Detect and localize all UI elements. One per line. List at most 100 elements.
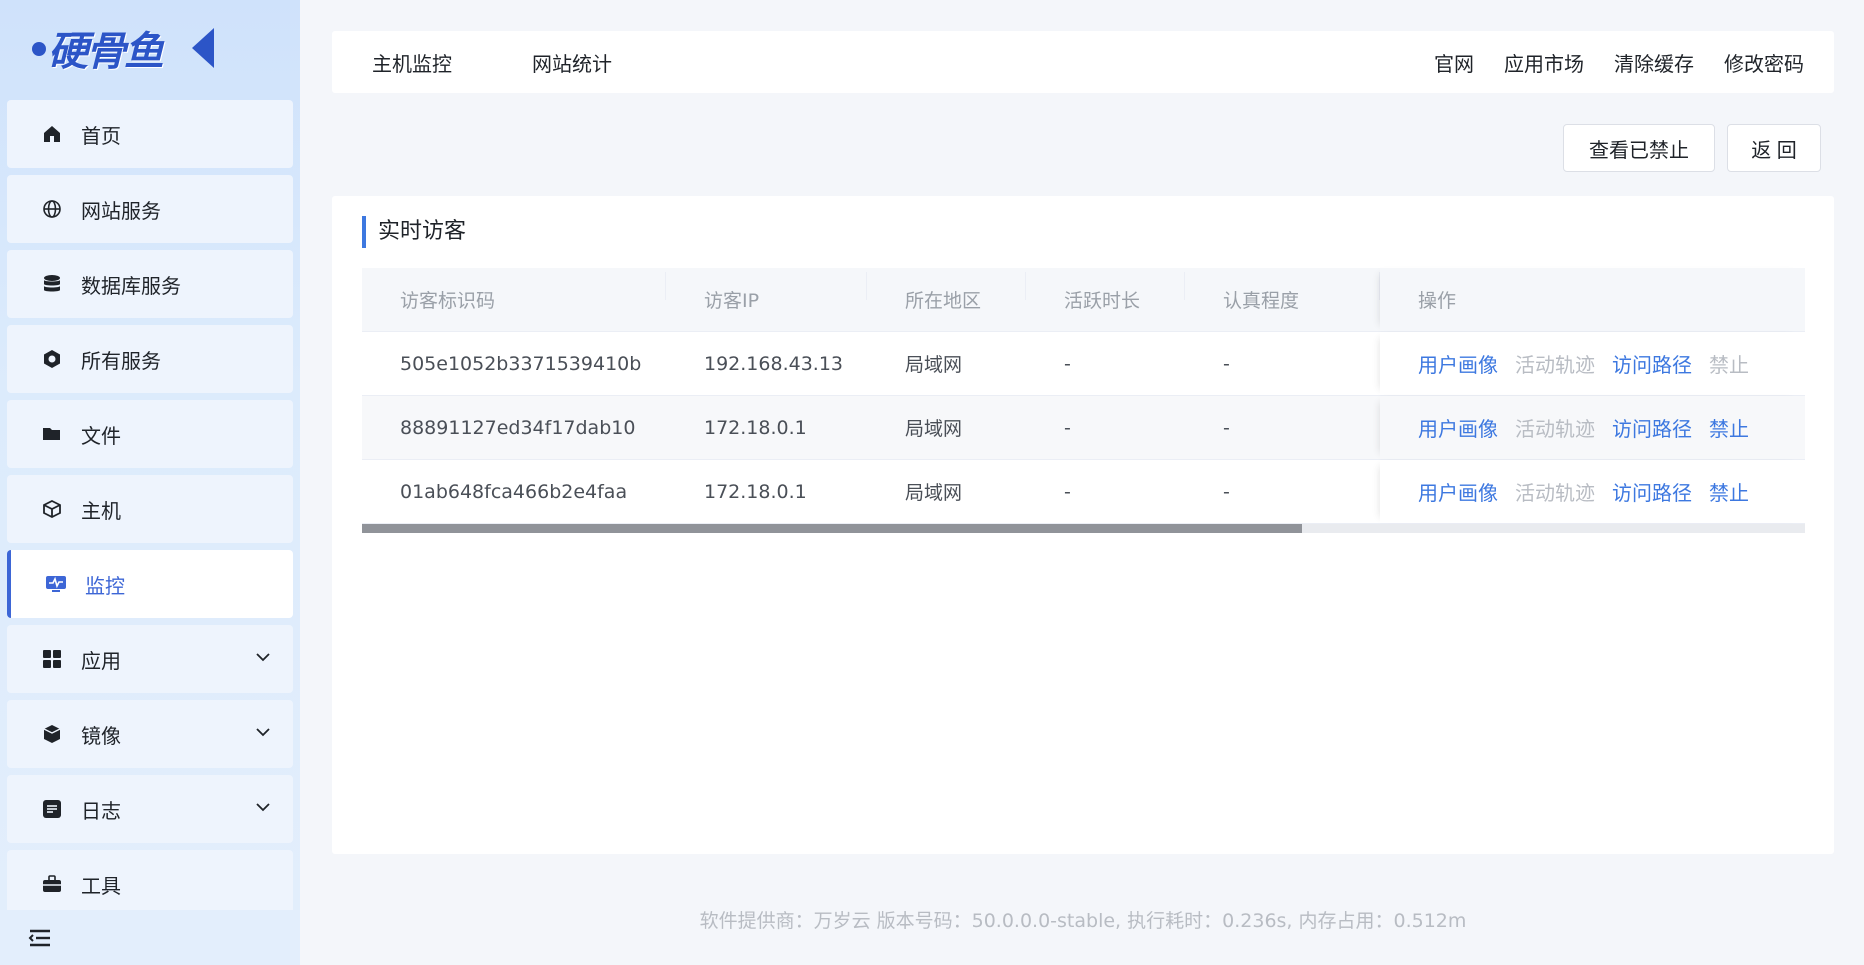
tab-host-monitor[interactable]: 主机监控 <box>372 48 452 77</box>
activity-track-link: 活动轨迹 <box>1515 481 1595 505</box>
user-profile-link[interactable]: 用户画像 <box>1418 349 1498 378</box>
sidebar-item-label: 工具 <box>81 873 121 898</box>
sidebar: 硬骨鱼 首页 网站服务 数据库服务 所有服务 文件 主机 监控 应用 镜像 日志… <box>0 0 300 965</box>
sidebar-item-logs[interactable]: 日志 <box>7 775 293 843</box>
ban-link[interactable]: 禁止 <box>1709 413 1749 442</box>
link-official-site[interactable]: 官网 <box>1434 48 1474 77</box>
sidebar-item-database-services[interactable]: 数据库服务 <box>7 250 293 318</box>
sidebar-item-label: 监控 <box>85 573 125 598</box>
chevron-down-icon <box>256 728 270 737</box>
top-nav-left: 主机监控 网站统计 <box>372 48 692 77</box>
home-icon <box>41 123 63 145</box>
sidebar-item-home[interactable]: 首页 <box>7 100 293 168</box>
ban-link[interactable]: 禁止 <box>1709 477 1749 506</box>
sidebar-item-label: 镜像 <box>81 723 121 748</box>
sidebar-item-images[interactable]: 镜像 <box>7 700 293 768</box>
activity-track-link: 活动轨迹 <box>1515 417 1595 441</box>
back-button[interactable]: 返 回 <box>1727 124 1821 172</box>
sidebar-item-label: 主机 <box>81 498 121 523</box>
column-header-visitor-id: 访客标识码 <box>362 272 666 313</box>
row-actions: 用户画像 活动轨迹 访问路径 禁止 <box>1380 332 1805 395</box>
sidebar-footer <box>0 910 300 965</box>
top-navbar: 主机监控 网站统计 官网 应用市场 清除缓存 修改密码 <box>332 31 1834 93</box>
logo-text: 硬骨鱼 <box>48 29 164 75</box>
visitor-id: 01ab648fca466b2e4faa <box>400 480 628 503</box>
sidebar-item-label: 首页 <box>81 123 121 148</box>
visit-path-link[interactable]: 访问路径 <box>1612 349 1692 378</box>
visitor-duration: - <box>1064 480 1071 503</box>
logo-fish-eye <box>32 42 46 56</box>
visitor-seriousness: - <box>1223 352 1230 375</box>
user-profile-link[interactable]: 用户画像 <box>1418 413 1498 442</box>
visit-path-link[interactable]: 访问路径 <box>1612 413 1692 442</box>
row-actions: 用户画像 活动轨迹 访问路径 禁止 <box>1380 396 1805 459</box>
tab-site-stats[interactable]: 网站统计 <box>532 48 612 77</box>
link-app-market[interactable]: 应用市场 <box>1504 48 1584 77</box>
monitor-icon <box>45 573 67 595</box>
visitor-region: 局域网 <box>905 418 963 440</box>
globe-icon <box>41 198 63 220</box>
visitor-region: 局域网 <box>905 482 963 504</box>
log-icon <box>41 798 63 820</box>
sidebar-item-host[interactable]: 主机 <box>7 475 293 543</box>
panel-title: 实时访客 <box>362 216 466 248</box>
toolbox-icon <box>41 873 63 895</box>
visitor-duration: - <box>1064 416 1071 439</box>
sidebar-item-web-services[interactable]: 网站服务 <box>7 175 293 243</box>
link-clear-cache[interactable]: 清除缓存 <box>1614 48 1694 77</box>
sidebar-nav: 首页 网站服务 数据库服务 所有服务 文件 主机 监控 应用 镜像 日志 工具 <box>7 100 293 925</box>
logo-fish-tail <box>192 28 214 68</box>
column-header-actions: 操作 <box>1380 268 1805 331</box>
sidebar-item-label: 日志 <box>81 798 121 823</box>
horizontal-scrollbar[interactable] <box>362 524 1805 533</box>
table-row: 01ab648fca466b2e4faa 172.18.0.1 局域网 - - … <box>362 460 1805 524</box>
sidebar-item-files[interactable]: 文件 <box>7 400 293 468</box>
table-header: 访客标识码 访客IP 所在地区 活跃时长 认真程度 操作 <box>362 268 1805 332</box>
top-nav-right: 官网 应用市场 清除缓存 修改密码 <box>1404 48 1804 77</box>
user-profile-link[interactable]: 用户画像 <box>1418 477 1498 506</box>
sidebar-item-label: 所有服务 <box>81 348 161 373</box>
link-change-password[interactable]: 修改密码 <box>1724 48 1804 77</box>
database-icon <box>41 273 63 295</box>
ban-link: 禁止 <box>1709 353 1749 377</box>
sidebar-item-label: 应用 <box>81 648 121 673</box>
sidebar-item-apps[interactable]: 应用 <box>7 625 293 693</box>
visitor-seriousness: - <box>1223 416 1230 439</box>
visitor-id: 88891127ed34f17dab10 <box>400 416 636 439</box>
table-row: 88891127ed34f17dab10 172.18.0.1 局域网 - - … <box>362 396 1805 460</box>
chevron-down-icon <box>256 653 270 662</box>
visitor-id: 505e1052b3371539410b <box>400 352 642 375</box>
folder-icon <box>41 423 63 445</box>
sidebar-item-label: 网站服务 <box>81 198 161 223</box>
column-header-active-duration: 活跃时长 <box>1026 272 1185 313</box>
view-banned-button[interactable]: 查看已禁止 <box>1563 124 1715 172</box>
table-row: 505e1052b3371539410b 192.168.43.13 局域网 -… <box>362 332 1805 396</box>
sidebar-item-label: 数据库服务 <box>81 273 181 298</box>
services-icon <box>41 348 63 370</box>
collapse-menu-icon[interactable] <box>28 928 52 948</box>
realtime-visitors-panel: 实时访客 访客标识码 访客IP 所在地区 活跃时长 认真程度 操作 505e10… <box>332 196 1834 854</box>
column-header-visitor-ip: 访客IP <box>666 272 867 313</box>
sidebar-item-label: 文件 <box>81 423 121 448</box>
brand-logo[interactable]: 硬骨鱼 <box>26 20 216 76</box>
page-footer: 软件提供商：万岁云 版本号码：50.0.0.0-stable, 执行耗时：0.2… <box>699 910 1467 932</box>
activity-track-link: 活动轨迹 <box>1515 353 1595 377</box>
visitor-ip: 172.18.0.1 <box>704 480 807 503</box>
chevron-down-icon <box>256 803 270 812</box>
visitor-region: 局域网 <box>905 354 963 376</box>
image-box-icon <box>41 723 63 745</box>
visit-path-link[interactable]: 访问路径 <box>1612 477 1692 506</box>
sidebar-item-monitor[interactable]: 监控 <box>7 550 293 618</box>
host-icon <box>41 498 63 520</box>
sidebar-item-tools[interactable]: 工具 <box>7 850 293 918</box>
row-actions: 用户画像 活动轨迹 访问路径 禁止 <box>1380 460 1805 523</box>
scrollbar-thumb[interactable] <box>362 524 1302 533</box>
visitors-table: 访客标识码 访客IP 所在地区 活跃时长 认真程度 操作 505e1052b33… <box>362 268 1805 533</box>
column-header-region: 所在地区 <box>867 272 1026 313</box>
visitor-seriousness: - <box>1223 480 1230 503</box>
visitor-ip: 192.168.43.13 <box>704 352 844 375</box>
sidebar-item-all-services[interactable]: 所有服务 <box>7 325 293 393</box>
visitor-duration: - <box>1064 352 1071 375</box>
visitor-ip: 172.18.0.1 <box>704 416 807 439</box>
apps-grid-icon <box>41 648 63 670</box>
